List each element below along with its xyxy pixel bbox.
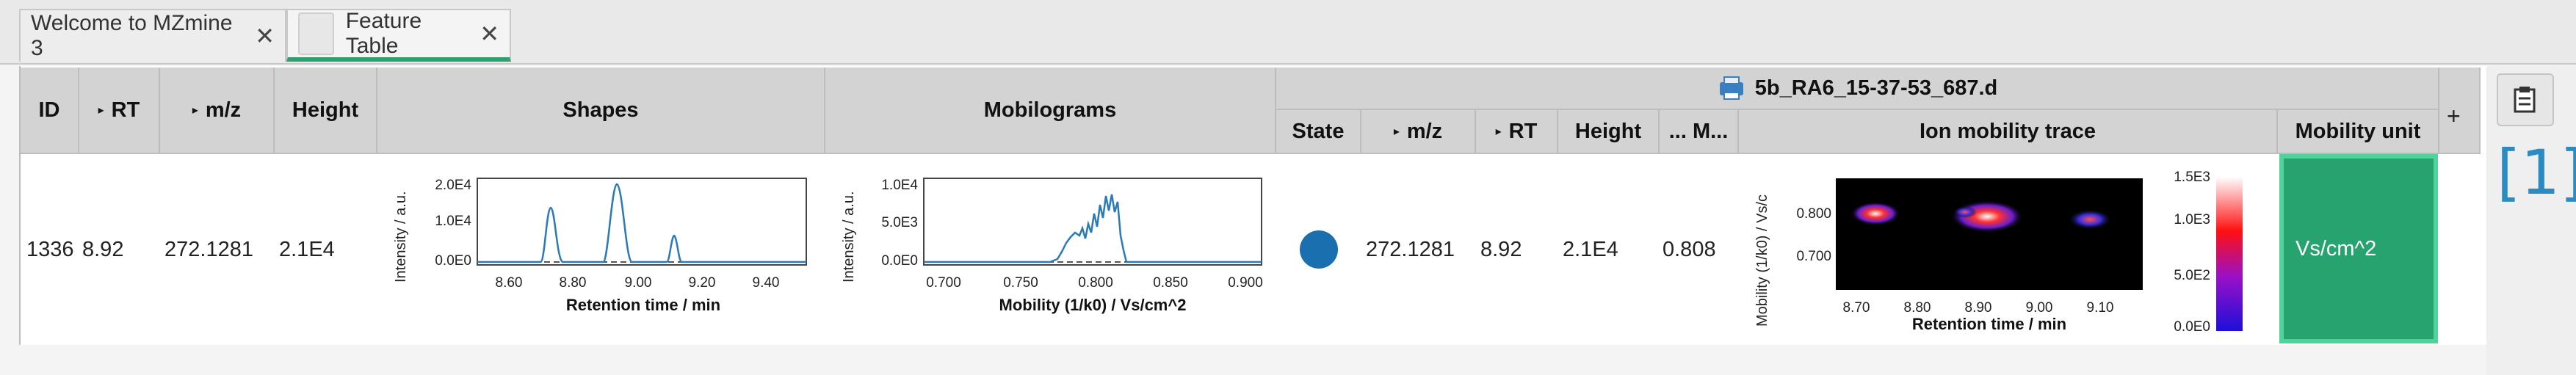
cell-sample-height[interactable]: 2.1E4 <box>1563 154 1618 345</box>
row-index-badge: [1] <box>2497 136 2576 208</box>
cell-sample-mz[interactable]: 272.1281 <box>1366 154 1455 345</box>
x-tick-label: 8.70 <box>1843 300 1870 316</box>
x-tick-label: 9.40 <box>753 275 780 291</box>
y-tick-label: 1.0E4 <box>435 214 471 229</box>
column-header-sample-rt[interactable]: ▸ RT <box>1476 110 1558 154</box>
shapes-plot[interactable]: Intensity / a.u. 2.0E4 1.0E4 0.0E0 8.60 … <box>389 165 815 330</box>
table-settings-button[interactable] <box>2497 73 2554 126</box>
cell-state[interactable] <box>1281 154 1357 345</box>
x-axis-label: Retention time / min <box>1912 315 2066 333</box>
x-tick-label: 9.10 <box>2087 300 2114 316</box>
sample-file-icon <box>1719 76 1743 100</box>
tab-label: Welcome to MZmine 3 <box>31 11 233 60</box>
tab-feature-table[interactable]: Feature Table ✕ <box>286 9 511 62</box>
x-tick-label: 9.00 <box>2026 300 2053 316</box>
x-axis-label: Mobility (1/k0) / Vs/cm^2 <box>999 296 1187 314</box>
cell-id[interactable]: 1336 <box>26 154 74 345</box>
close-icon[interactable]: ✕ <box>255 22 275 50</box>
x-tick-label: 0.700 <box>926 275 961 291</box>
y-tick-label: 1.0E4 <box>881 178 918 193</box>
x-tick-label: 0.750 <box>1003 275 1038 291</box>
state-indicator-icon <box>1300 230 1338 269</box>
column-header-ion-trace[interactable]: Ion mobility trace <box>1739 110 2278 154</box>
cell-sample-mobility[interactable]: 0.808 <box>1663 154 1716 345</box>
y-tick-label: 0.0E0 <box>881 253 918 269</box>
x-tick-label: 9.20 <box>689 275 716 291</box>
x-tick-label: 8.80 <box>560 275 587 291</box>
tab-label: Feature Table <box>345 9 422 58</box>
table-icon <box>298 12 334 55</box>
colorbar-tick-label: 1.0E3 <box>2174 212 2210 227</box>
y-tick-label: 5.0E3 <box>881 215 918 230</box>
add-column-button[interactable]: + <box>2447 103 2461 130</box>
colorbar-tick-label: 0.0E0 <box>2174 319 2210 335</box>
sort-triangle-icon: ▸ <box>1393 125 1400 138</box>
sort-triangle-icon: ▸ <box>192 104 198 117</box>
x-axis-label: Retention time / min <box>566 296 720 314</box>
x-tick-label: 0.900 <box>1228 275 1263 291</box>
y-tick-label: 0.800 <box>1796 206 1831 222</box>
settings-clipboard-icon <box>2514 87 2536 113</box>
cell-mobility-unit[interactable]: Vs/cm^2 <box>2279 154 2438 343</box>
column-header-state[interactable]: State <box>1276 110 1361 154</box>
close-icon[interactable]: ✕ <box>480 20 499 48</box>
cell-mz[interactable]: 272.1281 <box>164 154 253 345</box>
y-axis-label: Intensity / a.u. <box>393 191 409 283</box>
column-header-mobilograms[interactable]: Mobilograms <box>825 68 1276 154</box>
column-header-height[interactable]: Height <box>275 68 377 154</box>
column-header-id[interactable]: ID <box>21 68 79 154</box>
column-header-shapes[interactable]: Shapes <box>377 68 825 154</box>
column-header-rt[interactable]: ▸ RT <box>79 68 160 154</box>
x-tick-label: 8.80 <box>1904 300 1931 316</box>
colorbar <box>2216 177 2243 331</box>
x-tick-label: 9.00 <box>625 275 652 291</box>
colorbar-tick-label: 5.0E2 <box>2174 268 2210 283</box>
x-tick-label: 0.800 <box>1078 275 1113 291</box>
column-header-sample-mobility[interactable]: ... M... <box>1660 110 1739 154</box>
x-tick-label: 8.60 <box>496 275 523 291</box>
y-axis-label: Mobility (1/k0) / Vs/c <box>1754 194 1770 327</box>
sort-triangle-icon: ▸ <box>98 104 104 117</box>
colorbar-tick-label: 1.5E3 <box>2174 170 2210 185</box>
mobilogram-plot[interactable]: Intensity / a.u. 1.0E4 5.0E3 0.0E0 0.700… <box>837 165 1270 330</box>
column-header-mz[interactable]: ▸ m/z <box>160 68 275 154</box>
y-axis-label: Intensity / a.u. <box>841 191 857 283</box>
y-tick-label: 0.0E0 <box>435 253 471 269</box>
y-tick-label: 0.700 <box>1796 249 1831 264</box>
x-tick-label: 0.850 <box>1153 275 1188 291</box>
cell-sample-rt[interactable]: 8.92 <box>1480 154 1522 345</box>
cell-rt[interactable]: 8.92 <box>82 154 123 345</box>
column-header-sample-height[interactable]: Height <box>1558 110 1660 154</box>
ion-mobility-trace-plot[interactable]: Mobility (1/k0) / Vs/c 0.800 0.700 8.70 … <box>1745 165 2273 341</box>
column-header-sample-mz[interactable]: ▸ m/z <box>1361 110 1476 154</box>
sort-triangle-icon: ▸ <box>1495 125 1502 138</box>
sample-header[interactable]: 5b_RA6_15-37-53_687.d <box>1276 68 2439 110</box>
column-header-mobility-unit[interactable]: Mobility unit <box>2278 110 2439 154</box>
tab-welcome[interactable]: Welcome to MZmine 3 ✕ <box>19 9 286 62</box>
cell-height[interactable]: 2.1E4 <box>279 154 335 345</box>
x-tick-label: 8.90 <box>1965 300 1992 316</box>
y-tick-label: 2.0E4 <box>435 178 471 193</box>
